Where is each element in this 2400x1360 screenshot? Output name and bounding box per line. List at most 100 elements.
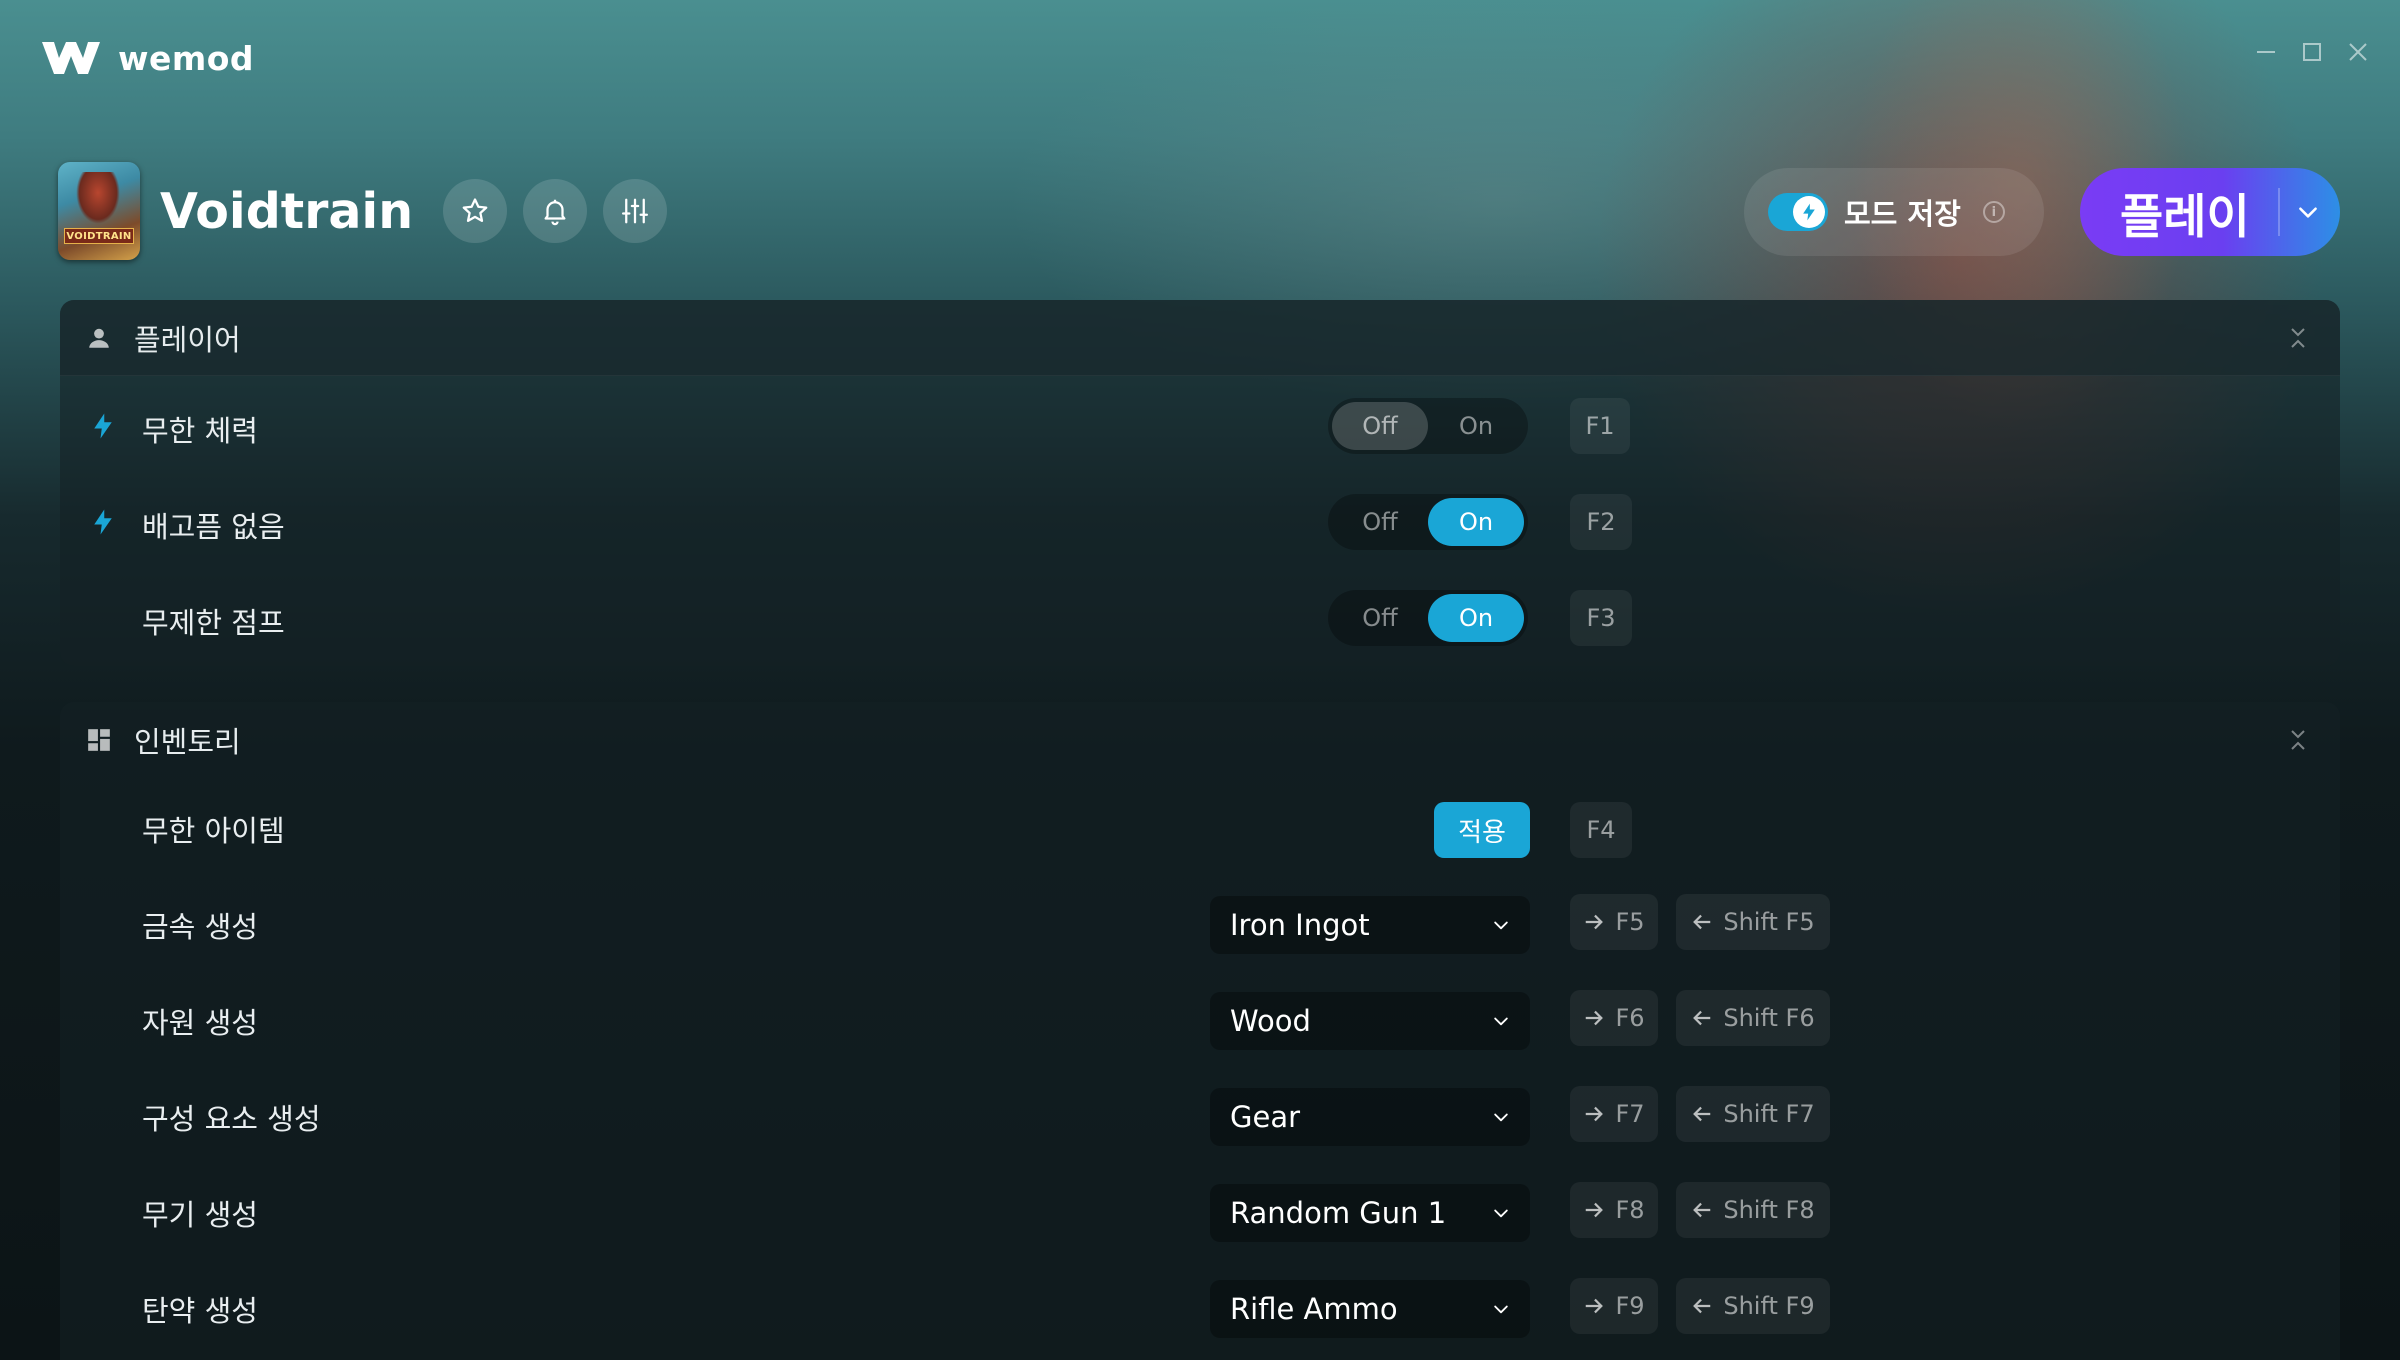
sliders-icon <box>622 198 649 224</box>
item-select[interactable]: Random Gun 1 <box>1210 1184 1530 1242</box>
notify-button[interactable] <box>523 179 588 243</box>
arrow-right-icon <box>1586 1298 1604 1314</box>
chevron-down-icon <box>1488 912 1514 938</box>
inventory-section-header[interactable]: 인벤토리 <box>60 702 2340 778</box>
mod-row-spawn-resource: 자원 생성 Wood F6 Shift F6 <box>60 970 2340 1066</box>
arrow-left-icon <box>1693 1106 1711 1122</box>
select-value: Wood <box>1230 1004 1311 1038</box>
hotkey-text: Shift F9 <box>1723 1292 1815 1320</box>
collapse-icon[interactable] <box>2284 324 2312 352</box>
arrow-right-icon <box>1586 1106 1604 1122</box>
next-hotkey-badge[interactable]: F8 <box>1570 1182 1658 1238</box>
mod-label: 자원 생성 <box>142 1006 258 1040</box>
favorite-button[interactable] <box>443 179 508 243</box>
toggle-off[interactable]: Off <box>1332 402 1428 450</box>
on-off-toggle[interactable]: Off On <box>1328 590 1528 646</box>
maximize-icon[interactable] <box>2300 40 2324 64</box>
game-settings-button[interactable] <box>603 179 668 243</box>
toggle-off[interactable]: Off <box>1332 498 1428 546</box>
hotkey-text: Shift F7 <box>1723 1100 1815 1128</box>
item-select[interactable]: Iron Ingot <box>1210 896 1530 954</box>
mod-label: 구성 요소 생성 <box>142 1102 321 1136</box>
save-mods-label: 모드 저장 <box>1844 197 1961 231</box>
next-hotkey-badge[interactable]: F9 <box>1570 1278 1658 1334</box>
section-title: 플레이어 <box>134 322 241 357</box>
chevron-down-icon <box>1488 1200 1514 1226</box>
chevron-down-icon <box>1488 1296 1514 1322</box>
on-off-toggle[interactable]: Off On <box>1328 398 1528 454</box>
app-name: wemod <box>118 38 255 78</box>
hotkey-badge[interactable]: F3 <box>1570 590 1632 646</box>
arrow-left-icon <box>1693 1010 1711 1026</box>
play-label: 플레이 <box>2120 189 2250 245</box>
hotkey-badge[interactable]: F4 <box>1570 802 1632 858</box>
section-title: 인벤토리 <box>134 725 241 759</box>
mod-row-infinite-health: 무한 체력 Off On F1 <box>60 378 2340 474</box>
bell-icon <box>544 199 566 226</box>
brand: wemod <box>40 36 254 80</box>
arrow-left-icon <box>1693 1298 1711 1314</box>
mod-label: 배고픔 없음 <box>142 510 285 544</box>
player-section-header[interactable]: 플레이어 <box>60 300 2340 376</box>
close-icon[interactable] <box>2346 40 2370 64</box>
on-off-toggle[interactable]: Off On <box>1328 494 1528 550</box>
save-mods-toggle[interactable] <box>1768 193 1828 231</box>
info-icon[interactable]: i <box>1982 201 2005 223</box>
game-title: Voidtrain <box>160 182 414 240</box>
prev-hotkey-badge[interactable]: Shift F7 <box>1676 1086 1830 1142</box>
chevron-down-icon <box>2299 207 2317 218</box>
hotkey-badge[interactable]: F2 <box>1570 494 1632 550</box>
arrow-left-icon <box>1693 1202 1711 1218</box>
hotkey-text: Shift F8 <box>1723 1196 1815 1224</box>
item-select[interactable]: Gear <box>1210 1088 1530 1146</box>
hotkey-text: F9 <box>1615 1292 1645 1320</box>
mod-row-infinite-items: 무한 아이템 적용 F4 <box>60 778 2340 874</box>
thumbnail-title: VOIDTRAIN <box>64 228 134 244</box>
save-mods-control: 모드 저장 i <box>1744 168 2044 256</box>
bolt-icon <box>94 509 112 535</box>
thumbnail-art <box>76 172 120 224</box>
toggle-on[interactable]: On <box>1428 402 1524 450</box>
collapse-icon[interactable] <box>2284 726 2312 754</box>
prev-hotkey-badge[interactable]: Shift F6 <box>1676 990 1830 1046</box>
next-hotkey-badge[interactable]: F7 <box>1570 1086 1658 1142</box>
mod-row-spawn-ammo: 탄약 생성 Rifle Ammo F9 Shift F9 <box>60 1258 2340 1354</box>
inventory-section: 인벤토리 무한 아이템 적용 F4 금속 생성 Iron Ingot F5 Sh… <box>60 702 2340 1360</box>
star-icon <box>462 198 488 222</box>
mod-label: 무한 아이템 <box>142 814 285 848</box>
mod-label: 무제한 점프 <box>142 606 285 640</box>
prev-hotkey-badge[interactable]: Shift F9 <box>1676 1278 1830 1334</box>
window-controls <box>2254 40 2370 64</box>
toggle-on[interactable]: On <box>1428 498 1524 546</box>
next-hotkey-badge[interactable]: F5 <box>1570 894 1658 950</box>
hotkey-text: F6 <box>1615 1004 1645 1032</box>
chevron-down-icon <box>1488 1008 1514 1034</box>
item-select[interactable]: Wood <box>1210 992 1530 1050</box>
grid-icon <box>88 729 110 751</box>
play-button[interactable]: 플레이 <box>2080 168 2340 256</box>
hotkey-text: F8 <box>1615 1196 1645 1224</box>
wemod-logo-icon <box>42 42 100 74</box>
hotkey-badge[interactable]: F1 <box>1570 398 1630 454</box>
mod-label: 무한 체력 <box>142 414 258 448</box>
toggle-on[interactable]: On <box>1428 594 1524 642</box>
mod-label: 탄약 생성 <box>142 1294 258 1328</box>
title-bar: wemod <box>0 0 2400 120</box>
toggle-off[interactable]: Off <box>1332 594 1428 642</box>
prev-hotkey-badge[interactable]: Shift F5 <box>1676 894 1830 950</box>
arrow-left-icon <box>1693 914 1711 930</box>
select-value: Rifle Ammo <box>1230 1292 1398 1326</box>
item-select[interactable]: Rifle Ammo <box>1210 1280 1530 1338</box>
hotkey-text: Shift F5 <box>1723 908 1815 936</box>
play-options-button[interactable] <box>2292 196 2324 228</box>
apply-button[interactable]: 적용 <box>1434 802 1530 858</box>
hotkey-text: F7 <box>1615 1100 1645 1128</box>
hotkey-text: Shift F6 <box>1723 1004 1815 1032</box>
minimize-icon[interactable] <box>2254 40 2278 64</box>
arrow-right-icon <box>1586 1010 1604 1026</box>
next-hotkey-badge[interactable]: F6 <box>1570 990 1658 1046</box>
chevron-down-icon <box>1488 1104 1514 1130</box>
prev-hotkey-badge[interactable]: Shift F8 <box>1676 1182 1830 1238</box>
mod-label: 무기 생성 <box>142 1198 258 1232</box>
play-divider <box>2278 188 2280 236</box>
